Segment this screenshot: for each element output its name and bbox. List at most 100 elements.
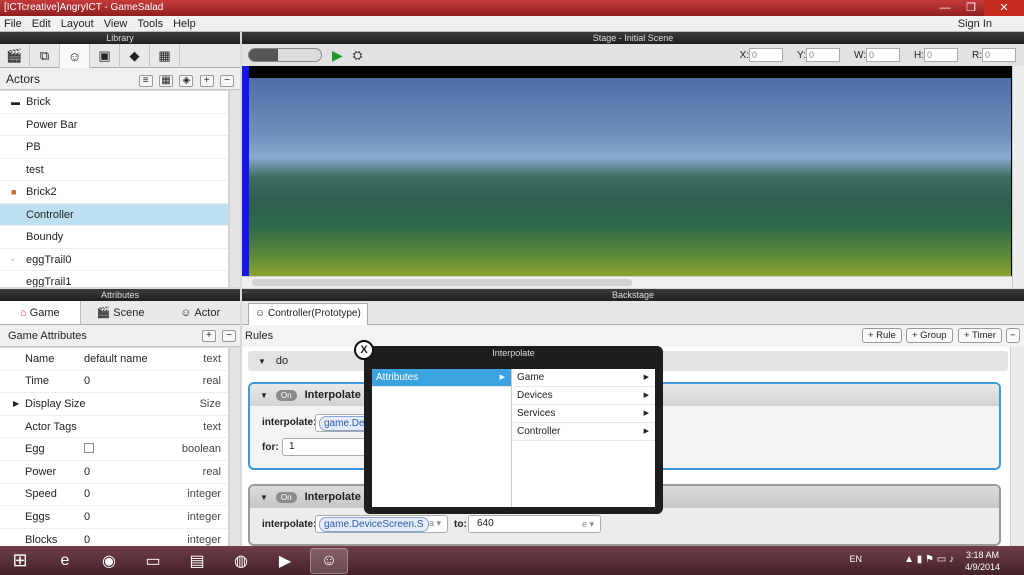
r-input[interactable]: 0 bbox=[982, 48, 1016, 62]
menu-edit[interactable]: Edit bbox=[32, 18, 51, 30]
table-row[interactable]: Time 0 real bbox=[0, 371, 228, 394]
game-attributes-header: Game Attributes + − bbox=[0, 325, 240, 347]
on-toggle[interactable]: On bbox=[275, 389, 297, 401]
egg-checkbox[interactable] bbox=[84, 442, 94, 453]
to-input[interactable]: 640 e ▾ bbox=[468, 515, 601, 533]
table-row[interactable]: Eggs 0 integer bbox=[0, 506, 228, 529]
popup-item-attributes[interactable]: Attributes ▶ bbox=[372, 369, 511, 387]
menu-help[interactable]: Help bbox=[173, 18, 196, 30]
clock[interactable]: 3:18 AM 4/9/2014 bbox=[965, 549, 1000, 573]
table-row[interactable]: Blocks 0 integer bbox=[0, 529, 228, 546]
popup-item-game[interactable]: Game ▶ bbox=[513, 369, 655, 387]
remove-attribute-button[interactable]: − bbox=[222, 330, 236, 342]
actor-list-scrollbar[interactable] bbox=[229, 91, 240, 287]
table-row[interactable]: Actor Tags text bbox=[0, 416, 228, 439]
x-label: X: bbox=[739, 49, 750, 61]
actor-icon: ☺ bbox=[180, 307, 192, 319]
play-icon[interactable]: ▶ bbox=[332, 47, 343, 64]
popup-item-services[interactable]: Services ▶ bbox=[513, 405, 655, 423]
list-item-selected[interactable]: Controller bbox=[0, 203, 228, 226]
popup-item-devices[interactable]: Devices ▶ bbox=[513, 387, 655, 405]
popup-close-button[interactable]: X bbox=[354, 340, 374, 360]
minimize-button[interactable]: — bbox=[932, 0, 958, 16]
popup-item-controller[interactable]: Controller ▶ bbox=[513, 423, 655, 441]
menu-tools[interactable]: Tools bbox=[137, 18, 163, 30]
list-item[interactable]: • eggTrail0 bbox=[0, 249, 228, 271]
chevron-right-icon: ▶ bbox=[643, 410, 649, 417]
ie-icon[interactable]: e bbox=[46, 548, 84, 574]
explorer-icon[interactable]: ▤ bbox=[178, 548, 216, 574]
table-row[interactable]: Speed 0 integer bbox=[0, 484, 228, 507]
tag-icon[interactable]: ◈ bbox=[179, 75, 194, 87]
scenes-icon[interactable]: ⧉ bbox=[30, 44, 60, 68]
editor-scrollbar[interactable] bbox=[1010, 347, 1024, 546]
y-input[interactable]: 0 bbox=[805, 48, 840, 62]
expand-triangle-icon[interactable]: ▶ bbox=[13, 399, 19, 408]
stage-left-edge bbox=[242, 66, 249, 276]
list-item[interactable]: Power Bar bbox=[0, 114, 228, 136]
add-attribute-button[interactable]: + bbox=[201, 330, 216, 342]
attributes-scrollbar[interactable] bbox=[229, 348, 240, 546]
tables-icon[interactable]: ▦ bbox=[150, 44, 180, 68]
stage-toolbar: ▶ ⛭ X: 0 Y: 0 W: 0 H: 0 R: 0 bbox=[242, 44, 1024, 66]
list-item[interactable]: ■ Brick2 bbox=[0, 181, 228, 204]
firefox-icon[interactable]: ◍ bbox=[222, 548, 260, 574]
w-label: W: bbox=[853, 49, 866, 61]
start-button[interactable]: ⊞ bbox=[0, 548, 40, 574]
window-controls: — ❐ ✕ bbox=[932, 0, 1024, 16]
list-view-icon[interactable]: ≡ bbox=[138, 75, 153, 87]
list-item[interactable]: ▬ Brick bbox=[0, 91, 228, 114]
x-input[interactable]: 0 bbox=[749, 48, 784, 62]
scroll-thumb[interactable] bbox=[252, 279, 632, 286]
expression-icon[interactable]: a ▾ bbox=[429, 518, 441, 529]
language-indicator[interactable]: EN bbox=[849, 554, 862, 564]
tab-game[interactable]: ⌂ Game bbox=[0, 301, 81, 324]
expression-icon[interactable]: e ▾ bbox=[582, 516, 594, 532]
collapse-triangle-icon[interactable]: ▼ bbox=[260, 493, 268, 502]
table-row[interactable]: Egg boolean bbox=[0, 438, 228, 461]
list-item[interactable]: test bbox=[0, 159, 228, 181]
table-row[interactable]: Name default name text bbox=[0, 348, 228, 371]
chrome-icon[interactable]: ◉ bbox=[90, 548, 128, 574]
menu-file[interactable]: File bbox=[4, 18, 22, 30]
gamesalad-icon[interactable]: ☺ bbox=[310, 547, 348, 574]
for-input[interactable]: 1 bbox=[282, 438, 372, 456]
stage-vertical-scrollbar[interactable] bbox=[1012, 66, 1024, 288]
collapse-triangle-icon[interactable]: ▼ bbox=[260, 391, 268, 400]
behaviors-icon[interactable]: ◆ bbox=[120, 44, 150, 68]
clapper-icon[interactable]: 🎬 bbox=[0, 44, 30, 68]
list-item[interactable]: PB bbox=[0, 136, 228, 159]
brick-icon: ▬ bbox=[11, 97, 20, 107]
add-rule-button[interactable]: + Rule bbox=[862, 328, 902, 343]
images-icon[interactable]: ▣ bbox=[90, 44, 120, 68]
actors-icon[interactable]: ☺ bbox=[60, 44, 90, 68]
close-button[interactable]: ✕ bbox=[984, 0, 1024, 16]
remove-actor-button[interactable]: − bbox=[220, 75, 234, 87]
table-row[interactable]: Power 0 real bbox=[0, 461, 228, 484]
reset-icon[interactable]: ⛭ bbox=[353, 48, 363, 63]
interpolate-attribute-field[interactable]: game.DeviceScreen.S a ▾ bbox=[315, 515, 448, 533]
add-timer-button[interactable]: + Timer bbox=[958, 328, 1002, 343]
list-item[interactable]: eggTrail1 bbox=[0, 271, 228, 287]
list-item[interactable]: Boundy bbox=[0, 226, 228, 249]
tab-controller-prototype[interactable]: ☺ Controller(Prototype) bbox=[248, 303, 368, 325]
on-toggle[interactable]: On bbox=[275, 491, 297, 503]
h-input[interactable]: 0 bbox=[924, 48, 958, 62]
folder-icon[interactable]: ▭ bbox=[134, 548, 172, 574]
stage-horizontal-scrollbar[interactable] bbox=[242, 276, 1012, 288]
menu-layout[interactable]: Layout bbox=[61, 18, 94, 30]
table-row[interactable]: ▶ Display Size Size bbox=[0, 393, 228, 416]
add-actor-button[interactable]: + bbox=[199, 75, 214, 87]
media-player-icon[interactable]: ▶ bbox=[266, 548, 304, 574]
tray-icons[interactable]: ▲ ▮ ⚑ ▭ ♪ bbox=[904, 554, 954, 565]
menu-view[interactable]: View bbox=[104, 18, 128, 30]
grid-view-icon[interactable]: ▦ bbox=[158, 75, 173, 87]
tab-actor[interactable]: ☺ Actor bbox=[160, 301, 240, 324]
tab-scene[interactable]: 🎬 Scene bbox=[81, 301, 161, 324]
collapse-triangle-icon[interactable]: ▼ bbox=[258, 357, 266, 366]
remove-behavior-button[interactable]: − bbox=[1006, 328, 1020, 343]
sign-in-link[interactable]: Sign In bbox=[958, 18, 992, 30]
maximize-button[interactable]: ❐ bbox=[958, 0, 984, 16]
add-group-button[interactable]: + Group bbox=[906, 328, 953, 343]
w-input[interactable]: 0 bbox=[866, 48, 900, 62]
